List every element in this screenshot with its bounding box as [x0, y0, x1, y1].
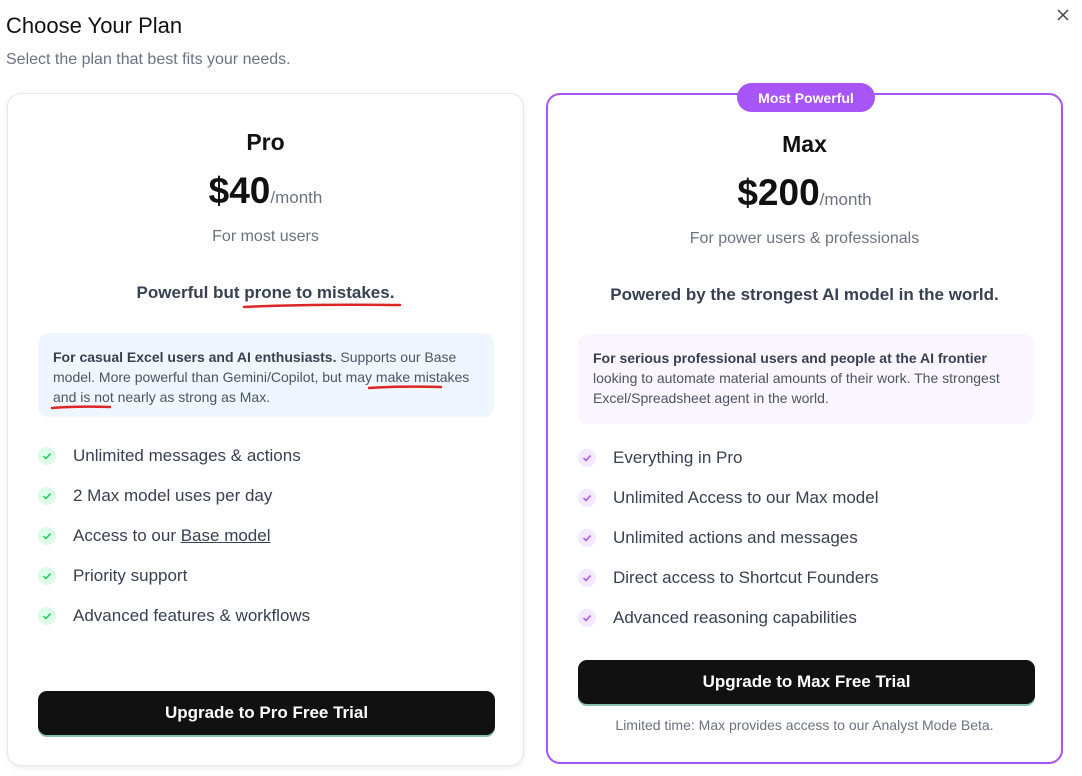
- plan-description: For casual Excel users and AI enthusiast…: [38, 333, 494, 417]
- desc-underlined: may make mistakes: [345, 369, 470, 385]
- feature-label: Access to our: [73, 526, 181, 545]
- feature-item: 2 Max model uses per day: [38, 476, 310, 516]
- feature-label: Advanced features & workflows: [73, 606, 311, 625]
- plan-description: For serious professional users and peopl…: [578, 334, 1034, 424]
- check-icon: [38, 527, 56, 545]
- plan-price: $40: [208, 170, 271, 211]
- red-underline-mark: [368, 385, 442, 390]
- feature-item: Unlimited Access to our Max model: [578, 478, 879, 518]
- red-underline-mark: [51, 405, 111, 410]
- plan-tagline: Powered by the strongest AI model in the…: [610, 285, 999, 304]
- upgrade-max-button[interactable]: Upgrade to Max Free Trial: [578, 660, 1035, 704]
- base-model-link[interactable]: Base model: [181, 526, 271, 546]
- feature-label: Direct access to Shortcut Founders: [613, 568, 879, 587]
- desc-bold: For serious professional users and peopl…: [593, 350, 987, 366]
- plan-period: /month: [819, 190, 872, 209]
- feature-item: Priority support: [38, 556, 310, 596]
- pro-plan-card: Pro $40/month For most users Powerful bu…: [7, 93, 524, 766]
- plan-price: $200: [737, 172, 820, 213]
- feature-label: Unlimited Access to our Max model: [613, 488, 879, 507]
- upgrade-pro-button[interactable]: Upgrade to Pro Free Trial: [38, 691, 495, 735]
- check-icon: [38, 607, 56, 625]
- plan-period: /month: [270, 188, 323, 207]
- limited-time-note: Limited time: Max provides access to our…: [615, 717, 994, 733]
- page-title: Choose Your Plan: [6, 13, 183, 38]
- check-icon: [578, 569, 596, 587]
- desc-highlight: may make mistakes: [346, 367, 470, 387]
- close-icon: [1057, 9, 1069, 21]
- feature-item: Everything in Pro: [578, 438, 879, 478]
- plan-name: Max: [782, 131, 827, 157]
- feature-item: Unlimited messages & actions: [38, 436, 310, 476]
- feature-item: Unlimited actions and messages: [578, 518, 879, 558]
- most-powerful-badge: Most Powerful: [737, 83, 875, 112]
- feature-label: 2 Max model uses per day: [73, 486, 273, 505]
- feature-item: Access to our Base model: [38, 516, 310, 556]
- check-icon: [38, 567, 56, 585]
- feature-label: Advanced reasoning capabilities: [613, 608, 857, 627]
- page-subtitle: Select the plan that best fits your need…: [6, 51, 291, 68]
- desc-bold: For casual Excel users and AI enthusiast…: [53, 349, 337, 365]
- feature-label: Unlimited actions and messages: [613, 528, 858, 547]
- plan-audience: For power users & professionals: [689, 230, 920, 247]
- desc-text: looking to automate material amounts of …: [593, 370, 1000, 406]
- feature-item: Advanced features & workflows: [38, 596, 310, 636]
- price-row: $200/month: [548, 172, 1061, 214]
- tagline-highlight: prone to mistakes.: [242, 283, 402, 309]
- check-icon: [578, 489, 596, 507]
- check-icon: [578, 609, 596, 627]
- feature-label: Everything in Pro: [613, 448, 743, 467]
- plan-tagline: Powerful but prone to mistakes.: [8, 283, 523, 309]
- max-plan-card: Most Powerful Max $200/month For power u…: [546, 83, 1063, 764]
- check-icon: [38, 447, 56, 465]
- tagline-prefix: Powerful but: [136, 283, 245, 302]
- check-icon: [578, 449, 596, 467]
- feature-list: Unlimited messages & actions 2 Max model…: [38, 436, 310, 636]
- desc-text-2: and is not nearly as strong as Max.: [53, 389, 271, 405]
- feature-label: Unlimited messages & actions: [73, 446, 301, 465]
- red-underline-mark: [242, 303, 402, 309]
- feature-item: Advanced reasoning capabilities: [578, 598, 879, 638]
- tagline-underlined: prone to mistakes.: [244, 283, 395, 302]
- feature-label: Priority support: [73, 566, 188, 585]
- plan-audience: For most users: [212, 228, 319, 245]
- check-icon: [38, 487, 56, 505]
- price-row: $40/month: [8, 170, 523, 212]
- feature-list: Everything in Pro Unlimited Access to ou…: [578, 438, 879, 638]
- plan-name: Pro: [246, 129, 285, 155]
- feature-item: Direct access to Shortcut Founders: [578, 558, 879, 598]
- check-icon: [578, 529, 596, 547]
- close-button[interactable]: [1053, 5, 1073, 25]
